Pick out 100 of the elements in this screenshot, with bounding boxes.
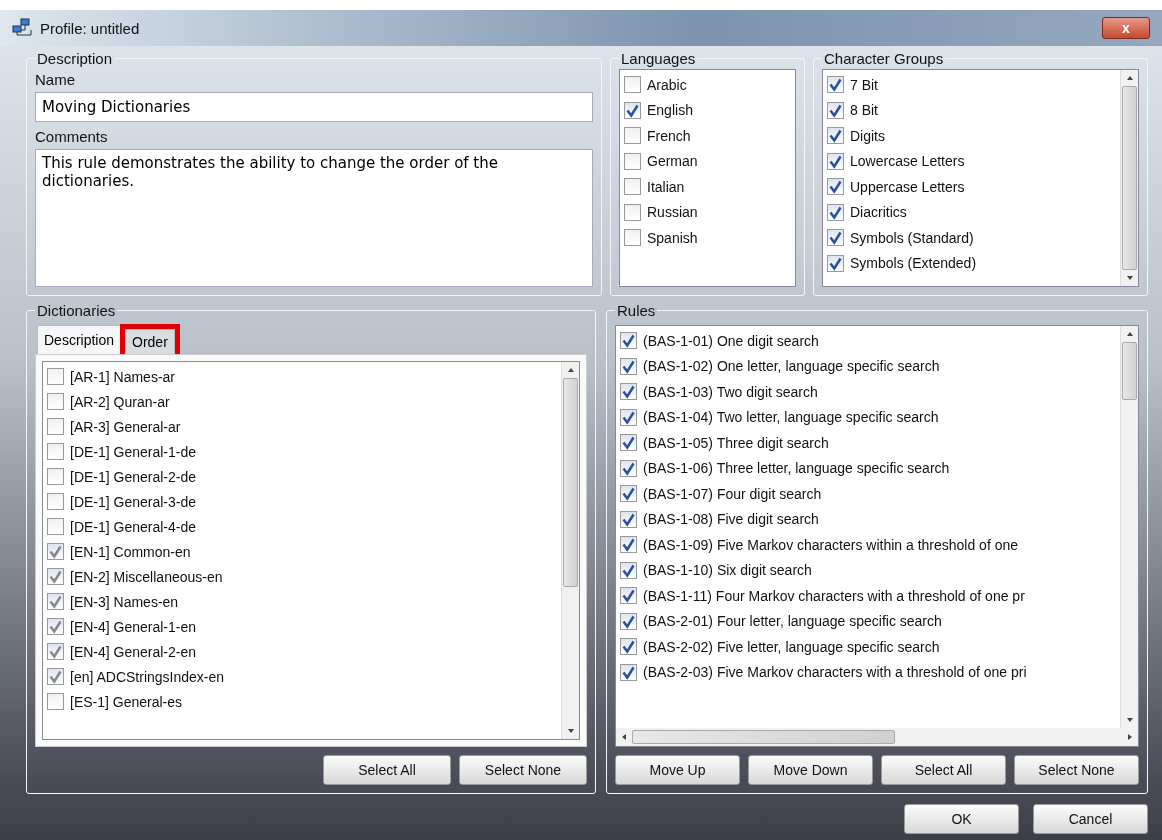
field-label: Name [35, 71, 76, 88]
dictionary-button[interactable]: Select All [323, 755, 451, 785]
checkbox[interactable] [620, 587, 637, 605]
checkbox[interactable] [620, 459, 637, 477]
rule-label: (BAS-2-03) Five Markov characters with a threshold of one pri [643, 664, 1027, 681]
rule-button[interactable]: Select All [881, 755, 1006, 785]
rule-button[interactable]: Move Up [615, 755, 740, 785]
checkbox[interactable] [827, 229, 844, 247]
scrollbar-thumb[interactable] [1122, 86, 1137, 270]
checkbox[interactable] [620, 612, 637, 630]
rule-label: (BAS-2-02) Five letter, language specific search [643, 638, 940, 655]
dictionary-label: [EN-2] Miscellaneous-en [70, 568, 223, 585]
rule-label: (BAS-1-03) Two digit search [643, 383, 818, 400]
checkbox[interactable] [47, 468, 64, 485]
rule-label: (BAS-1-08) Five digit search [643, 511, 819, 528]
checkbox[interactable] [620, 485, 637, 503]
checkbox[interactable] [620, 332, 637, 350]
checkbox[interactable] [47, 368, 64, 385]
checkbox[interactable] [827, 76, 844, 94]
checkbox[interactable] [624, 127, 641, 145]
checkbox[interactable] [47, 593, 64, 610]
rule-label: (BAS-1-06) Three letter, language specific search [643, 460, 950, 477]
name-field[interactable]: Moving Dictionaries [35, 92, 593, 122]
rule-label: (BAS-1-02) One letter, language specific search [643, 358, 940, 375]
dialog-button[interactable]: OK [904, 804, 1019, 834]
checkbox[interactable] [620, 357, 637, 375]
rule-label: (BAS-1-05) Three digit search [643, 434, 829, 451]
character-group-label: Diacritics [850, 204, 907, 221]
checkbox[interactable] [47, 518, 64, 535]
checkbox[interactable] [827, 101, 844, 119]
character-group-label: 7 Bit [850, 76, 878, 93]
group-title: Description [36, 50, 114, 67]
checkbox[interactable] [47, 543, 64, 560]
checkbox[interactable] [47, 493, 64, 510]
checkbox[interactable] [827, 178, 844, 196]
scrollbar-thumb[interactable] [632, 730, 895, 744]
vertical-scrollbar[interactable] [561, 362, 579, 739]
checkbox[interactable] [624, 152, 641, 170]
checkbox[interactable] [47, 393, 64, 410]
checkbox[interactable] [620, 638, 637, 656]
checkbox[interactable] [620, 383, 637, 401]
scroll-up-icon[interactable] [1125, 330, 1134, 338]
checkbox[interactable] [47, 618, 64, 635]
rule-label: (BAS-1-04) Two letter, language specific search [643, 409, 939, 426]
checkbox[interactable] [620, 663, 637, 681]
checkbox[interactable] [827, 127, 844, 145]
checkbox[interactable] [620, 408, 637, 426]
checkbox[interactable] [624, 229, 641, 247]
character-group-label: Digits [850, 127, 885, 144]
rule-label: (BAS-1-09) Five Markov characters within a threshold of one [643, 536, 1019, 553]
comments-field[interactable]: This rule demonstrates the ability to change the order of the dictionaries. [35, 149, 593, 287]
scroll-right-icon[interactable] [1126, 733, 1134, 741]
language-label: French [647, 127, 691, 144]
checkbox[interactable] [620, 434, 637, 452]
group-title: Character Groups [823, 50, 945, 67]
checkbox[interactable] [827, 254, 844, 272]
scroll-down-icon[interactable] [1125, 716, 1134, 724]
scroll-left-icon[interactable] [620, 733, 628, 741]
checkbox[interactable] [624, 101, 641, 119]
checkbox[interactable] [47, 568, 64, 585]
dictionary-label: [EN-4] General-2-en [70, 643, 197, 660]
checkbox[interactable] [47, 418, 64, 435]
checkbox[interactable] [827, 152, 844, 170]
dictionary-label: [EN-4] General-1-en [70, 618, 197, 635]
window-title: Profile: untitled [40, 19, 140, 37]
checkbox[interactable] [624, 178, 641, 196]
dictionary-label: [EN-3] Names-en [70, 593, 179, 610]
horizontal-scrollbar[interactable] [616, 728, 1138, 746]
dictionary-label: [AR-1] Names-ar [70, 368, 176, 385]
character-group-label: Symbols (Standard) [850, 229, 974, 246]
rule-button[interactable]: Move Down [748, 755, 873, 785]
checkbox[interactable] [624, 76, 641, 94]
checkbox[interactable] [47, 693, 64, 710]
dictionary-label: [DE-1] General-3-de [70, 493, 197, 510]
scroll-down-icon[interactable] [566, 727, 575, 735]
dictionary-label: [AR-2] Quran-ar [70, 393, 170, 410]
checkbox[interactable] [47, 443, 64, 460]
scroll-down-icon[interactable] [1125, 274, 1134, 282]
group-title: Languages [620, 50, 697, 67]
checkbox[interactable] [827, 203, 844, 221]
scrollbar-thumb[interactable] [1122, 342, 1137, 401]
dictionary-label: [en] ADCStringsIndex-en [70, 668, 225, 685]
checkbox[interactable] [620, 536, 637, 554]
vertical-scrollbar[interactable] [1120, 70, 1138, 286]
checkbox[interactable] [620, 561, 637, 579]
checkbox[interactable] [620, 510, 637, 528]
vertical-scrollbar[interactable] [1120, 326, 1138, 728]
rule-label: (BAS-1-11) Four Markov characters with a threshold of one pr [643, 587, 1025, 604]
dictionary-button[interactable]: Select None [459, 755, 587, 785]
checkbox[interactable] [47, 643, 64, 660]
dialog-button[interactable]: Cancel [1033, 804, 1148, 834]
checkbox[interactable] [47, 668, 64, 685]
language-label: Spanish [647, 229, 698, 246]
checkbox[interactable] [624, 203, 641, 221]
field-label: Comments [35, 128, 109, 145]
scrollbar-thumb[interactable] [563, 378, 578, 588]
scroll-up-icon[interactable] [566, 366, 575, 374]
scroll-up-icon[interactable] [1125, 74, 1134, 82]
rule-button[interactable]: Select None [1014, 755, 1139, 785]
tab[interactable]: Description [37, 325, 122, 354]
